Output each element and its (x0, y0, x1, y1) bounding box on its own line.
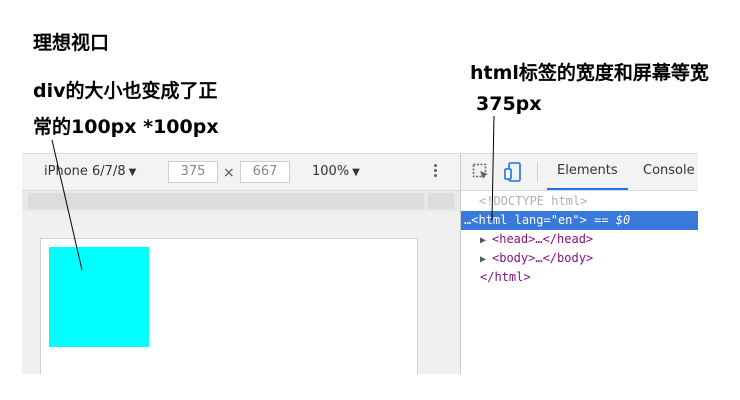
html-pointer-line (491, 115, 495, 221)
annotation-lines (51, 115, 495, 271)
div-pointer-line (51, 139, 83, 271)
